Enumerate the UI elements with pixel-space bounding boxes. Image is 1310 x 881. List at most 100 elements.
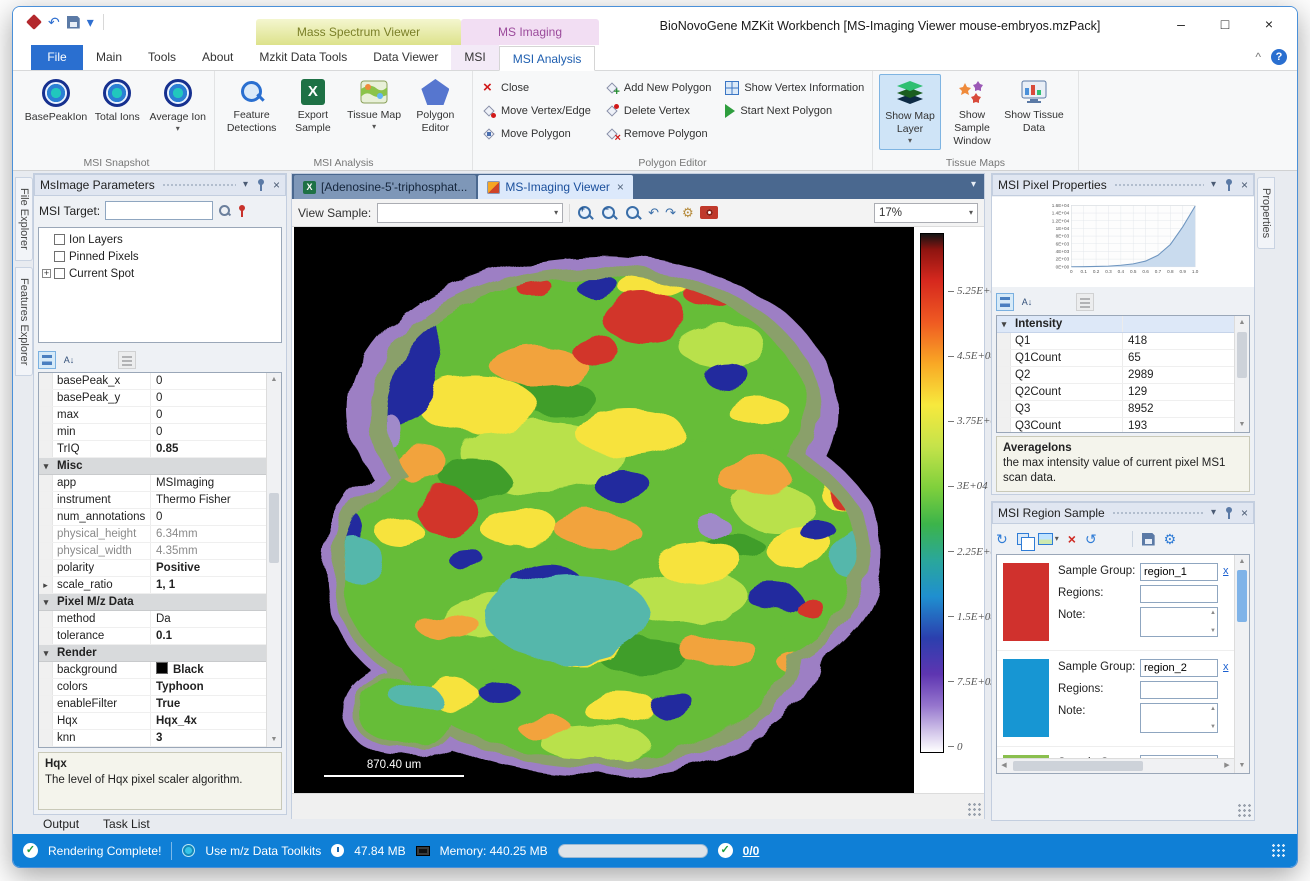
note-input[interactable]: ▲ ▼ [1140,607,1218,637]
regions-input[interactable] [1140,585,1218,603]
property-row[interactable]: app MSImaging [39,475,266,492]
polygon-tool-button[interactable]: Show Vertex Information [722,76,867,99]
feature-detections-button[interactable]: Feature Detections [221,74,282,138]
side-tab[interactable]: Properties [1257,177,1275,249]
redo-view-icon[interactable]: ↷ [665,206,676,219]
property-row[interactable]: polarity Positive [39,560,266,577]
categorized-icon[interactable] [38,351,56,369]
screenshot-icon[interactable] [700,206,718,219]
help-icon[interactable]: ? [1271,49,1287,65]
tab-file[interactable]: File [31,45,83,70]
search-icon[interactable] [218,204,231,217]
note-input[interactable]: ▲ ▼ [1140,703,1218,733]
region-color-swatch[interactable] [1003,659,1049,737]
side-tab[interactable]: Features Explorer [15,267,33,376]
document-tab[interactable]: [Adenosine-5'-triphosphat... × [294,175,476,199]
undo-icon[interactable]: ↶ [48,15,60,29]
ribbon-tab[interactable]: Data Viewer [360,45,451,70]
tree-checkbox[interactable] [54,268,65,279]
property-row[interactable]: max 0 [39,407,266,424]
export-image-button[interactable]: ▾ [1038,533,1059,545]
view-sample-combo[interactable]: ▾ [377,203,563,223]
scroll-up-icon[interactable]: ▲ [1235,316,1249,330]
scroll-up-icon[interactable]: ▲ [1210,610,1216,616]
export-sample-button[interactable]: X Export Sample [282,74,343,138]
polygon-tool-button[interactable]: Delete Vertex [602,99,714,122]
contextual-tab-group[interactable]: MS Imaging [461,19,599,45]
scroll-right-icon[interactable]: ▶ [1220,759,1234,773]
tree-item[interactable]: + Pinned Pixels [41,248,279,265]
minimize-icon[interactable]: – [1159,9,1203,39]
pin-icon[interactable] [255,179,266,191]
category-row[interactable]: Intensity [997,316,1249,333]
property-value[interactable]: 4.35mm [151,543,266,559]
panel-close-icon[interactable]: × [1241,507,1248,519]
pan-hand-icon[interactable]: ⚙ [682,206,694,219]
property-row[interactable]: num_annotations 0 [39,509,266,526]
show-tissue-data-button[interactable]: Show Tissue Data [1003,74,1065,138]
panel-close-icon[interactable]: × [273,179,280,191]
scrollbar-thumb[interactable] [1013,761,1143,771]
sample-group-input[interactable] [1140,659,1218,677]
property-row[interactable]: Pixel M/z Data [39,594,266,611]
property-row[interactable]: Q1 418 [997,333,1249,350]
property-value[interactable]: 8952 [1123,401,1249,417]
panel-dropdown-icon[interactable]: ▾ [1211,508,1216,518]
property-value[interactable]: 0.1 [151,628,266,644]
property-value[interactable]: 193 [1123,418,1249,433]
region-color-swatch[interactable] [1003,563,1049,641]
maximize-icon[interactable]: □ [1203,9,1247,39]
property-row[interactable]: Hqx Hqx_4x [39,713,266,730]
copy-icon[interactable] [1017,533,1029,545]
panel-drag-handle[interactable] [1112,511,1204,516]
scroll-down-icon[interactable]: ▼ [267,733,281,747]
property-value[interactable]: 0 [151,424,266,440]
property-value[interactable]: MSImaging [151,475,266,491]
bottom-tab[interactable]: Task List [103,817,150,831]
bottom-tab[interactable]: Output [43,817,79,831]
tissue-map-button[interactable]: Tissue Map ▾ [344,74,405,135]
property-row[interactable]: method Da [39,611,266,628]
property-row[interactable]: Q2 2989 [997,367,1249,384]
property-pages-icon[interactable] [1076,293,1094,311]
property-row[interactable]: enableFilter True [39,696,266,713]
status-task-count[interactable]: 0/0 [743,844,760,858]
property-value[interactable]: 1, 1 [151,577,266,593]
property-row[interactable]: instrument Thermo Fisher [39,492,266,509]
zoom-out-icon[interactable]: − [600,204,618,222]
remove-region-link[interactable]: x [1223,563,1229,577]
window-resize-grip[interactable] [1271,843,1287,859]
polygon-tool-button[interactable]: Move Vertex/Edge [479,99,594,122]
msi-canvas[interactable]: 870.40 um [294,227,914,793]
zoom-in-icon[interactable]: + [576,204,594,222]
settings-gear-icon[interactable]: ⚙ [1164,532,1177,546]
close-icon[interactable]: × [1247,9,1291,39]
resize-grip[interactable] [967,802,981,816]
panel-dropdown-icon[interactable]: ▾ [1211,180,1216,190]
regions-input[interactable] [1140,681,1218,699]
region-item[interactable]: Sample Group: x Regions: Note: [997,651,1234,747]
reload-icon[interactable]: ↺ [1085,532,1097,546]
zoom-level-combo[interactable]: 17% ▾ [874,203,978,223]
tab-list-dropdown-icon[interactable]: ▾ [971,180,976,190]
scroll-left-icon[interactable]: ◀ [997,759,1011,773]
property-row[interactable]: TrIQ 0.85 [39,441,266,458]
alphabetical-sort-icon[interactable]: A↓ [60,351,78,369]
ribbon-tab[interactable]: MSI [451,45,498,70]
tree-expander-icon[interactable]: + [42,269,51,278]
ribbon-tab[interactable]: About [189,45,246,70]
scroll-down-icon[interactable]: ▼ [1210,628,1216,634]
polygon-tool-button[interactable]: Close [479,76,594,99]
polygon-tool-button[interactable]: Move Polygon [479,122,594,145]
scroll-down-icon[interactable]: ▼ [1210,724,1216,730]
pin-target-icon[interactable] [236,205,247,217]
property-value[interactable]: Typhoon [151,679,266,695]
scrollbar-horizontal[interactable]: ◀ ▶ [997,758,1234,773]
scroll-up-icon[interactable]: ▲ [1235,555,1249,569]
scrollbar-vertical[interactable]: ▲ ▼ [266,373,281,747]
scrollbar-thumb[interactable] [1237,332,1247,378]
polygon-tool-button[interactable]: Start Next Polygon [722,99,867,122]
property-value[interactable]: 6.34mm [151,526,266,542]
ribbon-tab[interactable]: Mzkit Data Tools [246,45,360,70]
property-row[interactable]: physical_height 6.34mm [39,526,266,543]
